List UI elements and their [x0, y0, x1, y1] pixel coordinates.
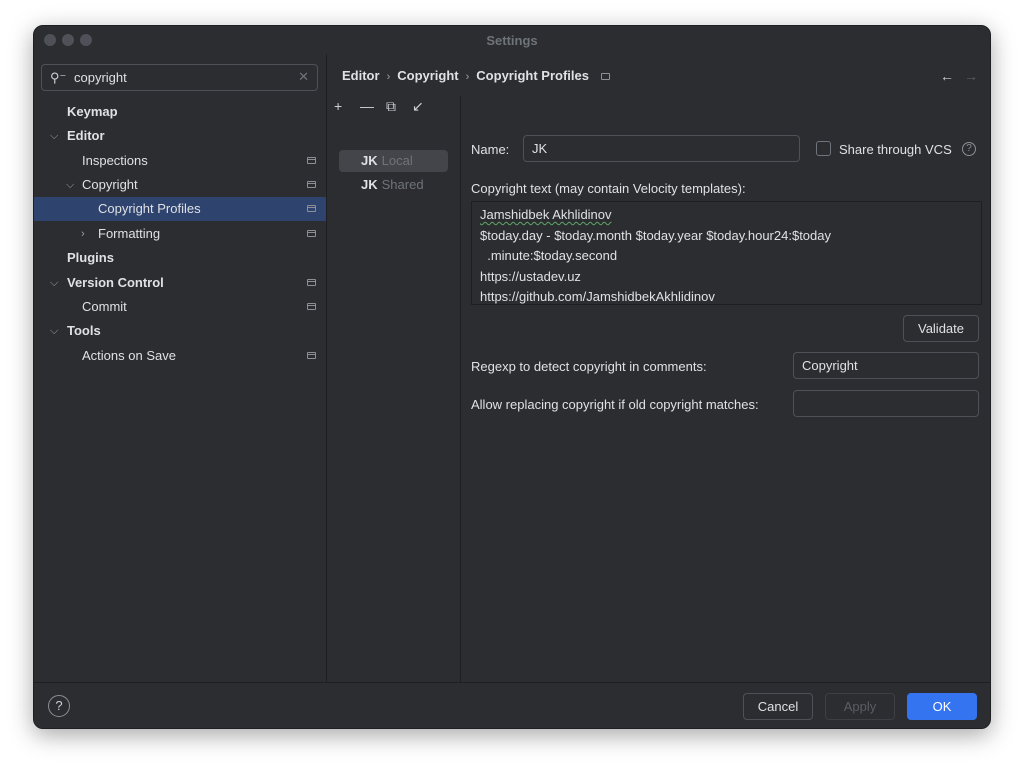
search-icon: ⚲⁻ — [50, 70, 67, 85]
copyright-line: $today.day - $today.month $today.year $t… — [480, 227, 831, 243]
tree-item-label: Copyright — [82, 177, 138, 192]
tree-item-label: Tools — [67, 323, 101, 338]
tree-item-copyright[interactable]: ⌵ Copyright — [34, 173, 326, 197]
tree-item-label: Inspections — [82, 153, 148, 168]
copyright-text-label: Copyright text (may contain Velocity tem… — [471, 181, 746, 196]
chevron-right-icon[interactable]: › — [81, 222, 85, 246]
profiles-toolbar: + — ⧉ ↙ — [334, 96, 459, 120]
settings-content: Editor › Copyright › Copyright Profiles ← → … — [328, 54, 990, 682]
allow-replacing-label: Allow replacing copyright if old copyrig… — [471, 397, 759, 412]
breadcrumb-item-editor[interactable]: Editor — [342, 68, 380, 83]
help-icon[interactable]: ? — [962, 142, 976, 156]
regexp-input[interactable]: Copyright — [793, 352, 979, 379]
profiles-panel: + — ⧉ ↙ JK Local JK Shared — [328, 96, 461, 682]
breadcrumb-item-copyright-profiles: Copyright Profiles — [476, 68, 589, 83]
tree-item-label: Formatting — [98, 226, 161, 241]
profile-item-local[interactable]: JK Local — [339, 150, 448, 172]
tree-item-version-control[interactable]: ⌵ Version Control — [34, 271, 326, 295]
validate-button[interactable]: Validate — [903, 315, 979, 342]
tree-item-label: Commit — [82, 299, 127, 314]
dialog-footer: ? Cancel Apply OK — [34, 682, 990, 728]
tree-item-keymap[interactable]: Keymap — [34, 100, 326, 124]
profile-scope: Shared — [381, 177, 424, 192]
copyright-line: Jamshidbek Akhlidinov — [480, 207, 612, 222]
chevron-right-icon: › — [465, 71, 470, 83]
settings-sidebar: ⚲⁻ copyright ✕ Keymap ⌵ Editor Inspectio… — [34, 54, 327, 682]
help-icon[interactable]: ? — [48, 695, 70, 717]
tree-item-copyright-profiles[interactable]: Copyright Profiles — [34, 197, 326, 221]
profile-name: JK — [361, 177, 378, 192]
clear-search-icon[interactable]: ✕ — [298, 69, 309, 85]
copyright-line: .minute:$today.second — [480, 248, 618, 263]
profile-scope: Local — [381, 153, 413, 168]
tree-item-formatting[interactable]: › Formatting — [34, 222, 326, 246]
project-settings-icon — [307, 181, 316, 188]
project-settings-icon — [307, 303, 316, 310]
breadcrumb: Editor › Copyright › Copyright Profiles — [342, 68, 610, 83]
ok-button[interactable]: OK — [907, 693, 977, 720]
regexp-label: Regexp to detect copyright in comments: — [471, 359, 707, 374]
allow-replacing-input[interactable] — [793, 390, 979, 417]
import-icon[interactable]: ↙ — [412, 98, 424, 115]
add-icon[interactable]: + — [334, 98, 342, 114]
settings-search-input[interactable]: ⚲⁻ copyright ✕ — [41, 64, 318, 91]
profile-item-shared[interactable]: JK Shared — [339, 174, 448, 196]
search-value: copyright — [74, 70, 127, 85]
tree-item-inspections[interactable]: Inspections — [34, 149, 326, 173]
project-settings-icon — [307, 352, 316, 359]
copyright-line: https://github.com/JamshidbekAkhlidinov — [480, 289, 715, 304]
chevron-down-icon[interactable]: ⌵ — [50, 271, 58, 295]
project-settings-icon — [307, 205, 316, 212]
chevron-right-icon: › — [386, 71, 391, 83]
forward-arrow-icon[interactable]: → — [964, 68, 978, 84]
chevron-down-icon[interactable]: ⌵ — [66, 173, 74, 197]
profile-form: Name: JK Share through VCS ? Copyright t… — [461, 96, 990, 682]
chevron-down-icon[interactable]: ⌵ — [50, 319, 58, 343]
profile-name-input[interactable]: JK — [523, 135, 800, 162]
breadcrumb-item-copyright[interactable]: Copyright — [397, 68, 458, 83]
copyright-line: https://ustadev.uz — [480, 268, 581, 284]
tree-item-tools[interactable]: ⌵ Tools — [34, 319, 326, 343]
tree-item-label: Plugins — [67, 250, 114, 265]
tree-item-commit[interactable]: Commit — [34, 295, 326, 319]
tree-item-editor[interactable]: ⌵ Editor — [34, 124, 326, 148]
back-arrow-icon[interactable]: ← — [940, 68, 954, 84]
apply-button[interactable]: Apply — [825, 693, 895, 720]
tree-item-label: Copyright Profiles — [98, 201, 201, 216]
tree-item-label: Version Control — [67, 275, 164, 290]
profile-name: JK — [361, 153, 378, 168]
remove-icon[interactable]: — — [360, 98, 374, 114]
tree-item-actions-on-save[interactable]: Actions on Save — [34, 344, 326, 368]
chevron-down-icon[interactable]: ⌵ — [50, 124, 58, 148]
cancel-button[interactable]: Cancel — [743, 693, 813, 720]
copy-icon[interactable]: ⧉ — [386, 98, 396, 115]
share-vcs-label[interactable]: Share through VCS — [839, 142, 952, 157]
tree-item-label: Actions on Save — [82, 348, 176, 363]
title-bar: Settings — [34, 26, 990, 54]
tree-item-plugins[interactable]: Plugins — [34, 246, 326, 270]
project-settings-icon — [307, 157, 316, 164]
project-settings-icon — [600, 73, 610, 81]
tree-item-label: Keymap — [67, 104, 118, 119]
name-label: Name: — [471, 142, 510, 157]
settings-window: Settings ⚲⁻ copyright ✕ Keymap ⌵ Editor … — [33, 25, 991, 729]
tree-item-label: Editor — [67, 128, 105, 143]
window-title: Settings — [486, 33, 538, 48]
copyright-text-editor[interactable]: Jamshidbek Akhlidinov $today.day - $toda… — [471, 201, 982, 305]
project-settings-icon — [307, 230, 316, 237]
share-vcs-checkbox[interactable] — [816, 141, 831, 156]
project-settings-icon — [307, 279, 316, 286]
